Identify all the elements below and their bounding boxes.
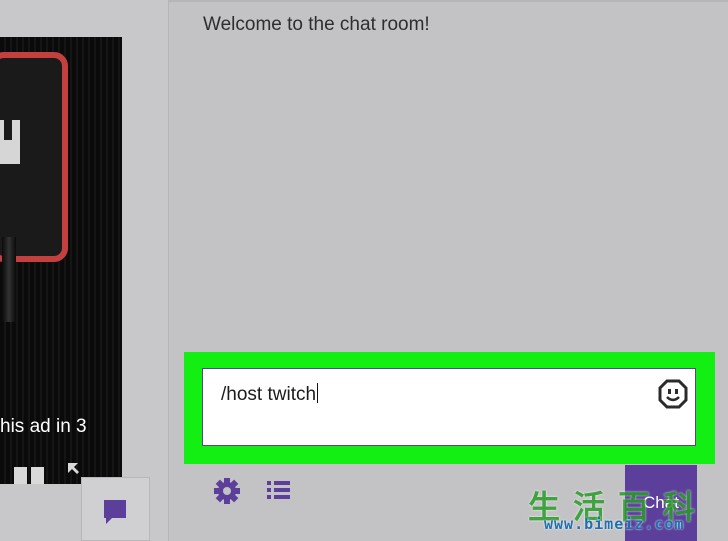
ad-countdown-text: his ad in 3 <box>0 416 87 437</box>
emoji-icon[interactable] <box>658 379 688 409</box>
video-pole-graphic <box>2 237 16 322</box>
text-caret <box>317 383 319 403</box>
divider <box>169 0 728 2</box>
gear-icon[interactable] <box>211 475 243 507</box>
chat-toggle-button[interactable] <box>81 477 150 541</box>
chat-input-value: /host twitch <box>221 383 319 406</box>
sign-letter-graphic <box>0 120 20 164</box>
list-icon[interactable] <box>265 477 293 503</box>
chat-input[interactable]: /host twitch <box>202 368 696 446</box>
video-player[interactable]: his ad in 3 <box>0 37 122 484</box>
chat-panel: Welcome to the chat room! /host twitch C… <box>168 0 728 541</box>
pause-icon[interactable] <box>14 467 46 484</box>
video-panel: his ad in 3 <box>0 0 168 541</box>
welcome-message: Welcome to the chat room! <box>203 14 430 35</box>
chat-bubble-icon <box>104 500 126 524</box>
chat-send-button[interactable]: Chat <box>625 465 697 541</box>
video-sign-graphic <box>0 52 68 262</box>
chat-input-text: /host twitch <box>221 384 317 405</box>
